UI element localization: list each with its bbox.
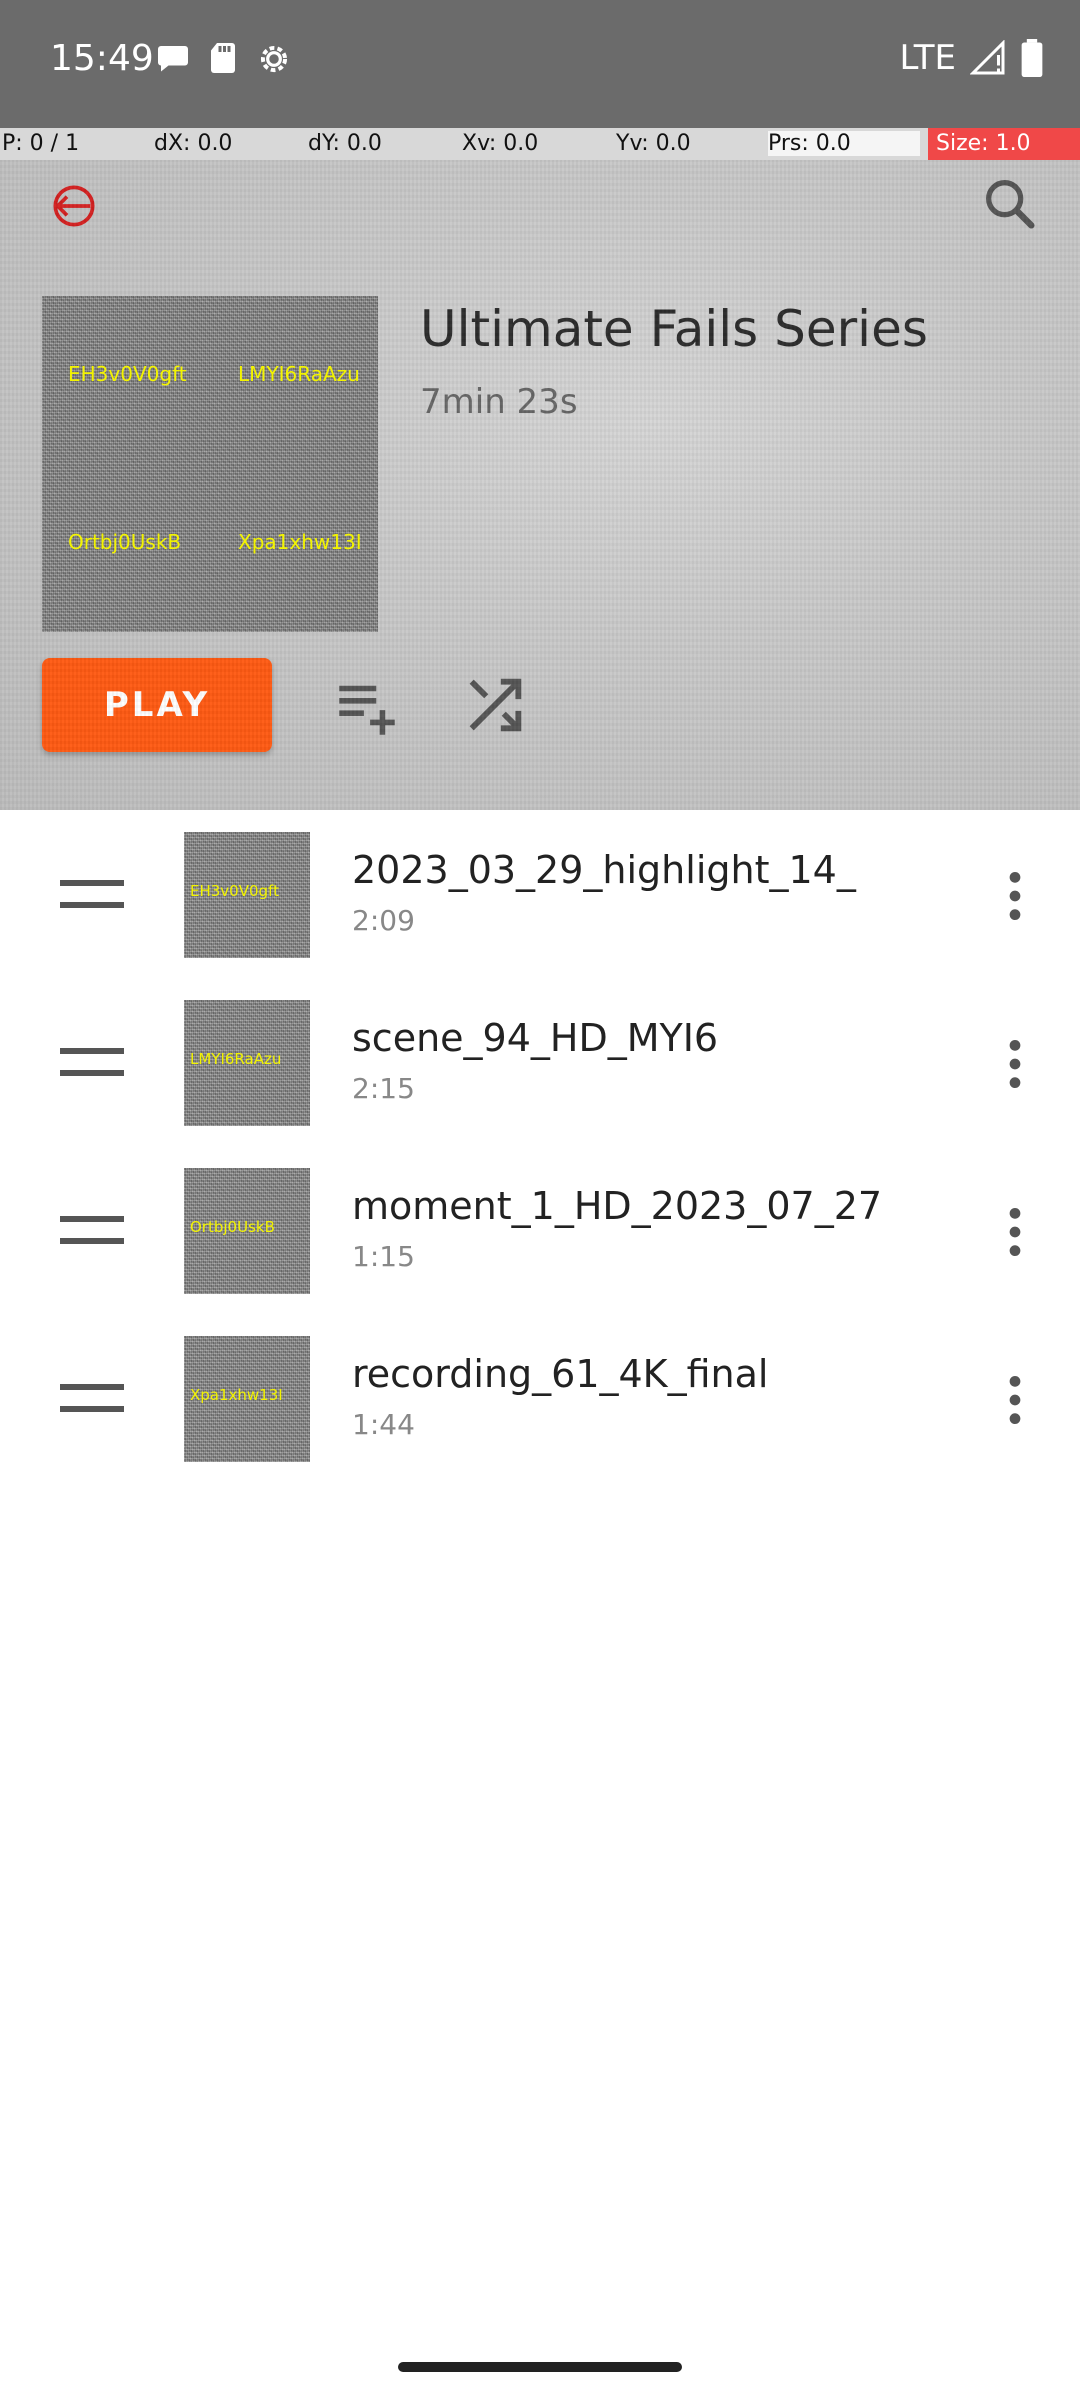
more-vert-icon[interactable] [1000, 868, 1030, 924]
gesture-nav-handle[interactable] [398, 2362, 682, 2372]
back-button[interactable] [46, 178, 102, 234]
track-duration: 2:09 [352, 904, 415, 937]
pointer-size: Size: 1.0 [928, 128, 1080, 160]
track-title: 2023_03_29_highlight_14_ [352, 848, 856, 892]
status-notification-icons [155, 40, 293, 78]
chat-notification-icon [158, 46, 188, 72]
track-duration: 1:44 [352, 1408, 415, 1441]
pointer-dx: dX: 0.0 [154, 131, 233, 156]
thumb-label: Ortbj0UskB [190, 1218, 275, 1236]
track-list: EH3v0V0gft 2023_03_29_highlight_14_ 2:09… [0, 810, 1080, 1482]
drag-handle-icon[interactable] [60, 1042, 124, 1082]
pointer-xv: Xv: 0.0 [462, 131, 539, 156]
track-thumbnail: EH3v0V0gft [184, 832, 310, 958]
battery-icon [1021, 39, 1043, 77]
track-title: moment_1_HD_2023_07_27 [352, 1184, 883, 1228]
pointer-pressure: Prs: 0.0 [768, 131, 920, 156]
playlist-duration: 7min 23s [420, 382, 578, 422]
playlist-title: Ultimate Fails Series [420, 300, 928, 358]
playlist-header: EH3v0V0gft LMYI6RaAzu Ortbj0UskB Xpa1xhw… [0, 160, 1080, 810]
play-button[interactable]: PLAY [42, 658, 272, 752]
track-title: scene_94_HD_MYI6 [352, 1016, 719, 1060]
cover-label-4: Xpa1xhw13I [238, 530, 362, 554]
track-duration: 2:15 [352, 1072, 415, 1105]
track-thumbnail: Ortbj0UskB [184, 1168, 310, 1294]
shuffle-button[interactable] [460, 670, 530, 740]
pointer-dy: dY: 0.0 [308, 131, 382, 156]
status-system-icons: LTE [899, 38, 1044, 78]
thumb-label: EH3v0V0gft [190, 882, 279, 900]
playlist-cover-art: EH3v0V0gft LMYI6RaAzu Ortbj0UskB Xpa1xhw… [42, 296, 378, 632]
thumb-label: Xpa1xhw13I [190, 1386, 283, 1404]
track-row[interactable]: Xpa1xhw13I recording_61_4K_final 1:44 [0, 1314, 1080, 1482]
thumb-label: LMYI6RaAzu [190, 1050, 282, 1068]
track-row[interactable]: Ortbj0UskB moment_1_HD_2023_07_27 1:15 [0, 1146, 1080, 1314]
track-thumbnail: LMYI6RaAzu [184, 1000, 310, 1126]
pointer-count: P: 0 / 1 [2, 131, 80, 156]
more-vert-icon[interactable] [1000, 1372, 1030, 1428]
track-duration: 1:15 [352, 1240, 415, 1273]
cover-label-2: LMYI6RaAzu [238, 362, 360, 386]
more-vert-icon[interactable] [1000, 1036, 1030, 1092]
settings-gear-icon [260, 45, 288, 73]
drag-handle-icon[interactable] [60, 1378, 124, 1418]
add-to-queue-button[interactable] [330, 670, 404, 744]
playlist-add-icon [339, 685, 395, 735]
status-time: 15:49 [50, 38, 154, 79]
pointer-yv: Yv: 0.0 [616, 131, 691, 156]
track-row[interactable]: EH3v0V0gft 2023_03_29_highlight_14_ 2:09 [0, 810, 1080, 978]
cover-label-3: Ortbj0UskB [68, 530, 182, 554]
sd-card-icon [211, 43, 235, 73]
status-bar: 15:49 LTE [0, 0, 1080, 128]
drag-handle-icon[interactable] [60, 874, 124, 914]
track-row[interactable]: LMYI6RaAzu scene_94_HD_MYI6 2:15 [0, 978, 1080, 1146]
pointer-location-bar: P: 0 / 1 dX: 0.0 dY: 0.0 Xv: 0.0 Yv: 0.0… [0, 128, 1080, 160]
drag-handle-icon[interactable] [60, 1210, 124, 1250]
cover-label-1: EH3v0V0gft [68, 362, 187, 386]
track-title: recording_61_4K_final [352, 1352, 769, 1396]
shuffle-icon [469, 678, 522, 732]
search-icon [986, 180, 1035, 229]
signal-icon [970, 40, 1005, 75]
network-type: LTE [899, 38, 956, 78]
back-arrow-icon [53, 185, 95, 227]
track-thumbnail: Xpa1xhw13I [184, 1336, 310, 1462]
more-vert-icon[interactable] [1000, 1204, 1030, 1260]
search-button[interactable] [978, 172, 1042, 236]
